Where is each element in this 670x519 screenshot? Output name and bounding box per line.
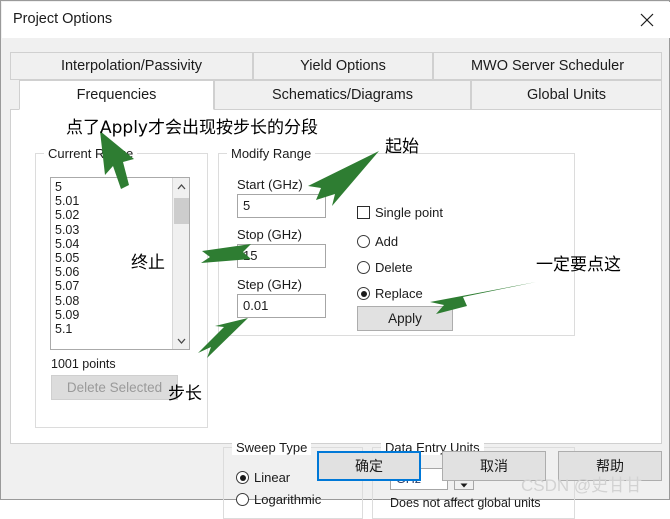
list-item[interactable]: 5.1 xyxy=(55,322,173,336)
tab-yield-options[interactable]: Yield Options xyxy=(253,52,433,80)
cancel-label: 取消 xyxy=(480,458,508,474)
title-bar: Project Options xyxy=(2,2,670,38)
list-item[interactable]: 5.02 xyxy=(55,208,173,222)
stop-label: Stop (GHz) xyxy=(237,227,303,242)
single-point-checkbox[interactable]: Single point xyxy=(357,205,443,220)
apply-button[interactable]: Apply xyxy=(357,306,453,331)
window-title: Project Options xyxy=(13,11,113,27)
radio-circle-selected-icon xyxy=(357,287,370,300)
project-options-dialog: Project Options Interpolation/Passivity … xyxy=(0,0,670,519)
tab-label: Schematics/Diagrams xyxy=(271,87,413,103)
current-range-title: Current Range xyxy=(44,146,138,161)
single-point-label: Single point xyxy=(375,205,443,220)
frequency-list[interactable]: 5 5.01 5.02 5.03 5.04 5.05 5.06 5.07 5.0… xyxy=(50,177,190,350)
tab-label: Interpolation/Passivity xyxy=(60,58,203,74)
list-item[interactable]: 5 xyxy=(55,180,173,194)
tab-label: Frequencies xyxy=(76,87,157,103)
close-button[interactable] xyxy=(624,2,670,38)
checkbox-box-icon xyxy=(357,206,370,219)
list-item[interactable]: 5.01 xyxy=(55,194,173,208)
list-item[interactable]: 5.09 xyxy=(55,308,173,322)
tab-schematics-diagrams[interactable]: Schematics/Diagrams xyxy=(214,80,471,110)
apply-label: Apply xyxy=(388,311,422,326)
scrollbar-thumb[interactable] xyxy=(174,198,189,224)
radio-circle-selected-icon xyxy=(236,471,249,484)
list-item[interactable]: 5.04 xyxy=(55,237,173,251)
units-note: Does not affect global units xyxy=(390,496,541,510)
radio-delete[interactable]: Delete xyxy=(357,260,413,275)
frequencies-tab-page: Current Range 5 5.01 5.02 5.03 5.04 5.05… xyxy=(10,109,662,519)
chevron-up-icon[interactable] xyxy=(173,178,189,195)
radio-replace-label: Replace xyxy=(375,286,423,301)
delete-selected-button[interactable]: Delete Selected xyxy=(51,375,178,400)
step-label: Step (GHz) xyxy=(237,277,303,292)
tab-label: Global Units xyxy=(527,87,606,103)
tab-mwo-server-scheduler[interactable]: MWO Server Scheduler xyxy=(433,52,662,80)
tab-strip: Interpolation/Passivity Yield Options MW… xyxy=(10,52,662,110)
radio-linear[interactable]: Linear xyxy=(236,470,290,485)
spinner-down-icon[interactable] xyxy=(455,480,473,490)
frequency-list-items: 5 5.01 5.02 5.03 5.04 5.05 5.06 5.07 5.0… xyxy=(51,178,173,336)
chevron-down-icon[interactable] xyxy=(173,332,189,349)
radio-circle-icon xyxy=(357,235,370,248)
list-item[interactable]: 5.05 xyxy=(55,251,173,265)
tab-label: MWO Server Scheduler xyxy=(470,58,625,74)
list-item[interactable]: 5.08 xyxy=(55,294,173,308)
stop-input[interactable]: 15 xyxy=(237,244,326,268)
ok-label: 确定 xyxy=(355,458,383,474)
step-input[interactable]: 0.01 xyxy=(237,294,326,318)
tab-interpolation-passivity[interactable]: Interpolation/Passivity xyxy=(10,52,253,80)
sweep-type-title: Sweep Type xyxy=(232,440,312,455)
radio-add-label: Add xyxy=(375,234,399,249)
delete-selected-label: Delete Selected xyxy=(66,380,163,395)
help-label: 帮助 xyxy=(596,458,624,474)
modify-range-group: Modify Range Start (GHz) 5 Stop (GHz) 15… xyxy=(218,146,575,336)
list-item[interactable]: 5.07 xyxy=(55,279,173,293)
ok-button[interactable]: 确定 xyxy=(317,451,421,481)
radio-add[interactable]: Add xyxy=(357,234,398,249)
radio-circle-icon xyxy=(357,261,370,274)
tab-label: Yield Options xyxy=(300,58,386,74)
list-item[interactable]: 5.06 xyxy=(55,265,173,279)
radio-linear-label: Linear xyxy=(254,470,291,485)
start-label: Start (GHz) xyxy=(237,177,303,192)
tab-global-units[interactable]: Global Units xyxy=(471,80,662,110)
help-button[interactable]: 帮助 xyxy=(558,451,662,481)
list-item[interactable]: 5.03 xyxy=(55,223,173,237)
cancel-button[interactable]: 取消 xyxy=(442,451,546,481)
frequency-list-scrollbar[interactable] xyxy=(172,178,189,349)
modify-range-title: Modify Range xyxy=(227,146,316,161)
radio-delete-label: Delete xyxy=(375,260,413,275)
points-count-label: 1001 points xyxy=(51,357,116,371)
radio-replace[interactable]: Replace xyxy=(357,286,423,301)
close-icon xyxy=(640,13,654,27)
start-input[interactable]: 5 xyxy=(237,194,326,218)
tab-frequencies[interactable]: Frequencies xyxy=(19,80,214,110)
current-range-group: Current Range 5 5.01 5.02 5.03 5.04 5.05… xyxy=(35,146,208,428)
